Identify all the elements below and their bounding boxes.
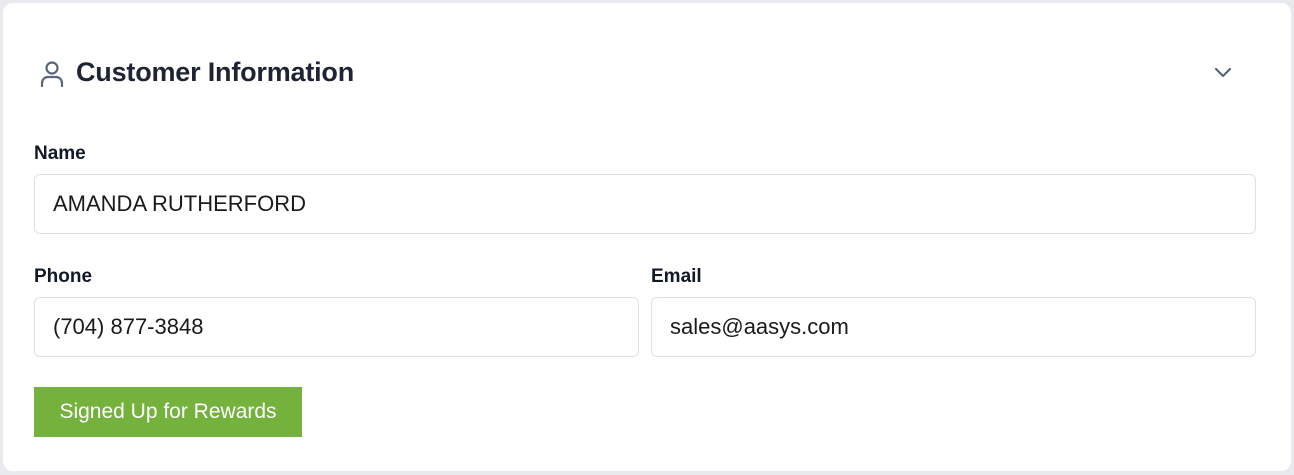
chevron-down-icon[interactable] xyxy=(1211,61,1235,85)
name-field[interactable]: AMANDA RUTHERFORD xyxy=(34,174,1256,234)
phone-label: Phone xyxy=(34,266,93,287)
phone-field[interactable]: (704) 877-3848 xyxy=(34,297,639,357)
customer-information-card: Customer Information Name AMANDA RUTHERF… xyxy=(3,3,1291,471)
name-label: Name xyxy=(34,143,86,164)
user-icon xyxy=(40,61,64,88)
email-label: Email xyxy=(651,266,702,287)
section-header: Customer Information xyxy=(3,3,1291,143)
email-field[interactable]: sales@aasys.com xyxy=(651,297,1256,357)
section-title: Customer Information xyxy=(76,57,355,87)
signed-up-for-rewards-button[interactable]: Signed Up for Rewards xyxy=(34,387,302,437)
